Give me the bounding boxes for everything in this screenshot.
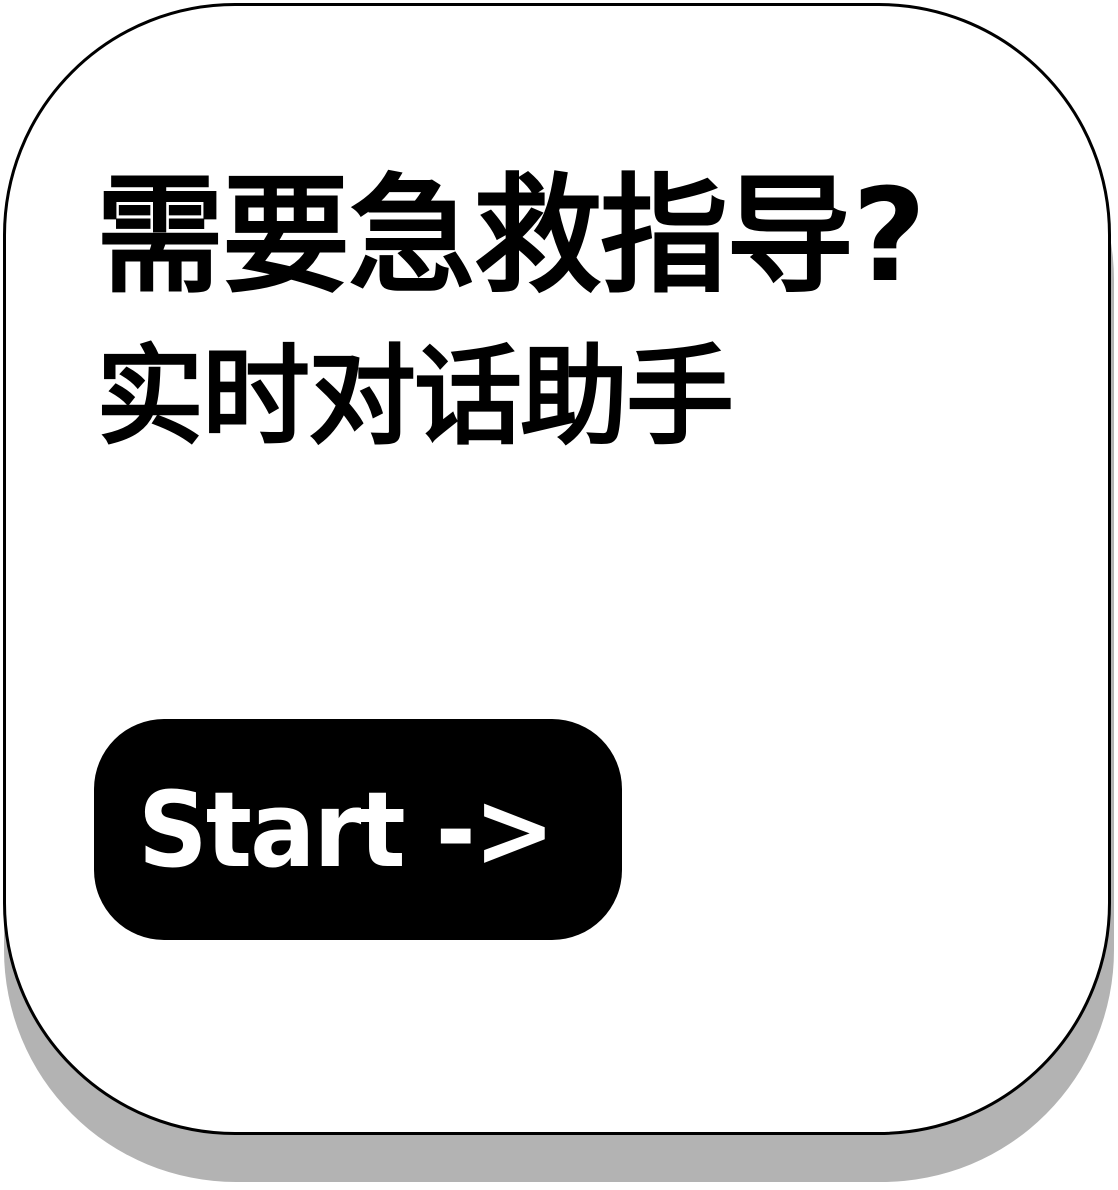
card-subtitle: 实时对话助手	[96, 335, 734, 460]
start-button[interactable]: Start ->	[94, 719, 622, 940]
start-button-label: Start ->	[138, 768, 555, 891]
card-title: 需要急救指导?	[96, 162, 926, 311]
